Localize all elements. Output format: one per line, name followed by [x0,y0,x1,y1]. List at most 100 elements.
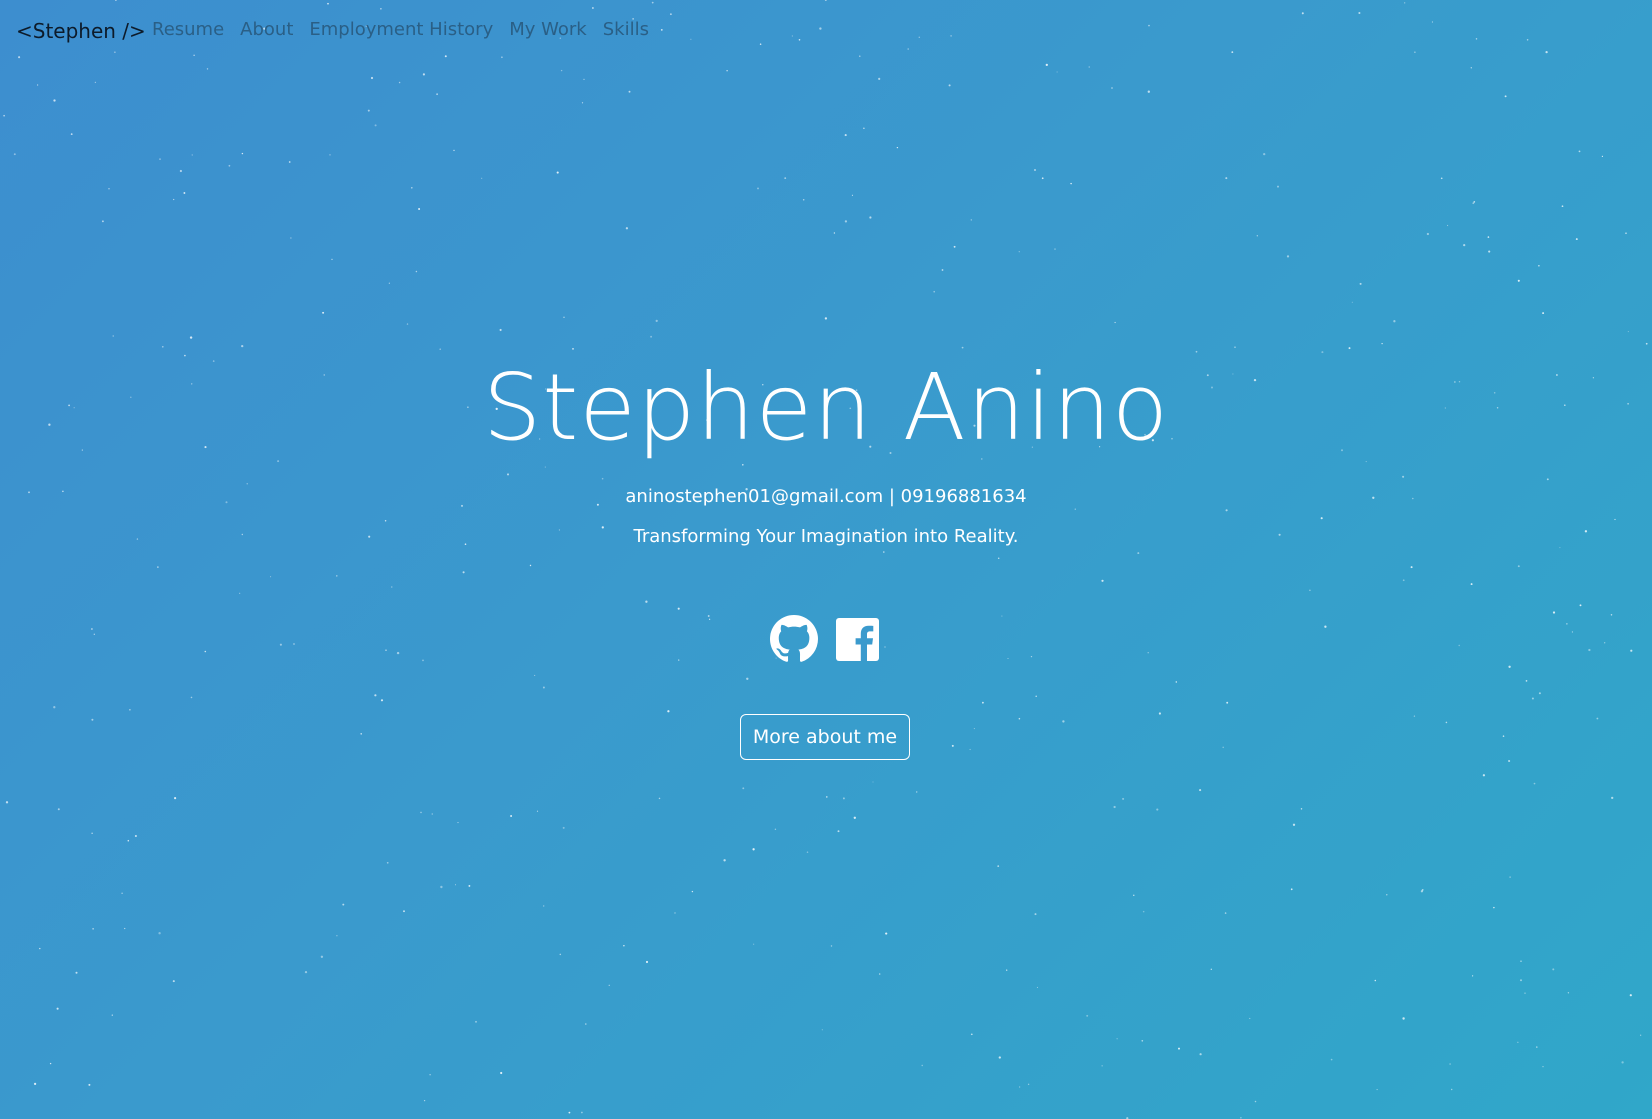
star-dot [534,674,536,676]
star-dot [869,216,872,219]
star-dot [481,177,483,179]
star-dot [1473,201,1476,203]
nav-link-my-work[interactable]: My Work [509,19,586,40]
star-dot [542,686,545,689]
star-dot [331,258,333,261]
star-dot [159,158,161,160]
star-dot [410,186,413,189]
star-dot [1147,90,1150,93]
star-dot [655,319,658,323]
star-dot [872,781,874,783]
star-dot [91,832,93,834]
star-dot [933,290,935,293]
star-dot [1386,894,1388,896]
star-dot [5,801,9,804]
star-dot [91,718,94,721]
star-dot [953,245,956,248]
star-dot [825,796,828,798]
star-dot [1538,264,1540,267]
nav-link-resume[interactable]: Resume [152,19,224,40]
star-dot [658,797,661,800]
star-dot [121,892,123,894]
star-dot [1376,1089,1378,1091]
star-dot [1330,1058,1333,1061]
star-dot [1175,681,1178,683]
star-dot [1226,701,1229,704]
star-dot [1552,611,1556,614]
star-dot [1614,518,1616,521]
star-dot [462,571,465,574]
star-dot [70,133,73,136]
star-dot [179,169,183,173]
brand-logo[interactable]: <Stephen /> [16,19,146,43]
star-dot [1629,994,1632,997]
star-dot [1035,695,1037,697]
star-dot [1420,890,1424,893]
star-dot [1645,342,1648,345]
star-dot [1351,301,1353,303]
star-dot [667,710,670,713]
star-dot [190,696,193,699]
star-dot [556,171,559,174]
star-dot [1292,823,1296,826]
star-dot [1034,913,1037,916]
star-dot [896,146,899,149]
star-dot [1041,177,1044,180]
nav-link-about[interactable]: About [240,19,293,40]
star-dot [1504,95,1507,98]
star-dot [1210,968,1212,970]
star-dot [183,192,186,194]
star-dot [1224,912,1227,914]
github-link[interactable] [770,615,818,663]
star-dot [322,311,325,314]
star-dot [1621,1061,1624,1064]
star-dot [1321,351,1324,354]
star-dot [374,124,377,127]
star-dot [429,1074,431,1076]
star-dot [391,586,393,588]
facebook-link[interactable] [834,615,882,663]
star-dot [49,1062,52,1065]
star-dot [1449,1063,1451,1065]
star-dot [802,198,805,201]
star-dot [1222,746,1224,749]
social-links [0,615,1652,663]
star-dot [161,345,164,348]
star-dot [173,198,175,201]
star-dot [1178,1047,1180,1050]
more-about-me-button[interactable]: More about me [740,714,910,760]
star-dot [623,945,625,947]
star-dot [1440,177,1443,180]
star-dot [608,984,610,986]
star-dot [1561,205,1564,208]
star-dot [851,194,853,196]
nav-link-employment-history[interactable]: Employment History [309,19,493,40]
star-dot [544,466,546,468]
star-dot [277,460,280,463]
star-dot [746,677,749,680]
star-dot [1579,604,1582,607]
star-dot [863,127,865,130]
star-dot [753,943,755,945]
star-dot [961,346,964,349]
star-dot [1413,715,1416,717]
star-dot [398,81,401,84]
star-dot [1074,508,1077,510]
star-dot [39,947,41,950]
star-dot [1445,721,1448,724]
star-dot [878,973,881,975]
github-icon [770,615,818,662]
star-dot [241,152,244,155]
star-dot [1374,979,1377,982]
star-dot [581,102,584,104]
star-dot [742,787,745,790]
star-dot [124,927,126,930]
nav-link-skills[interactable]: Skills [603,19,649,40]
star-dot [246,483,248,485]
star-dot [1447,224,1449,227]
star-dot [239,592,241,594]
star-dot [57,808,60,811]
star-dot [973,728,975,730]
star-dot [677,607,680,610]
star-dot [94,81,97,84]
